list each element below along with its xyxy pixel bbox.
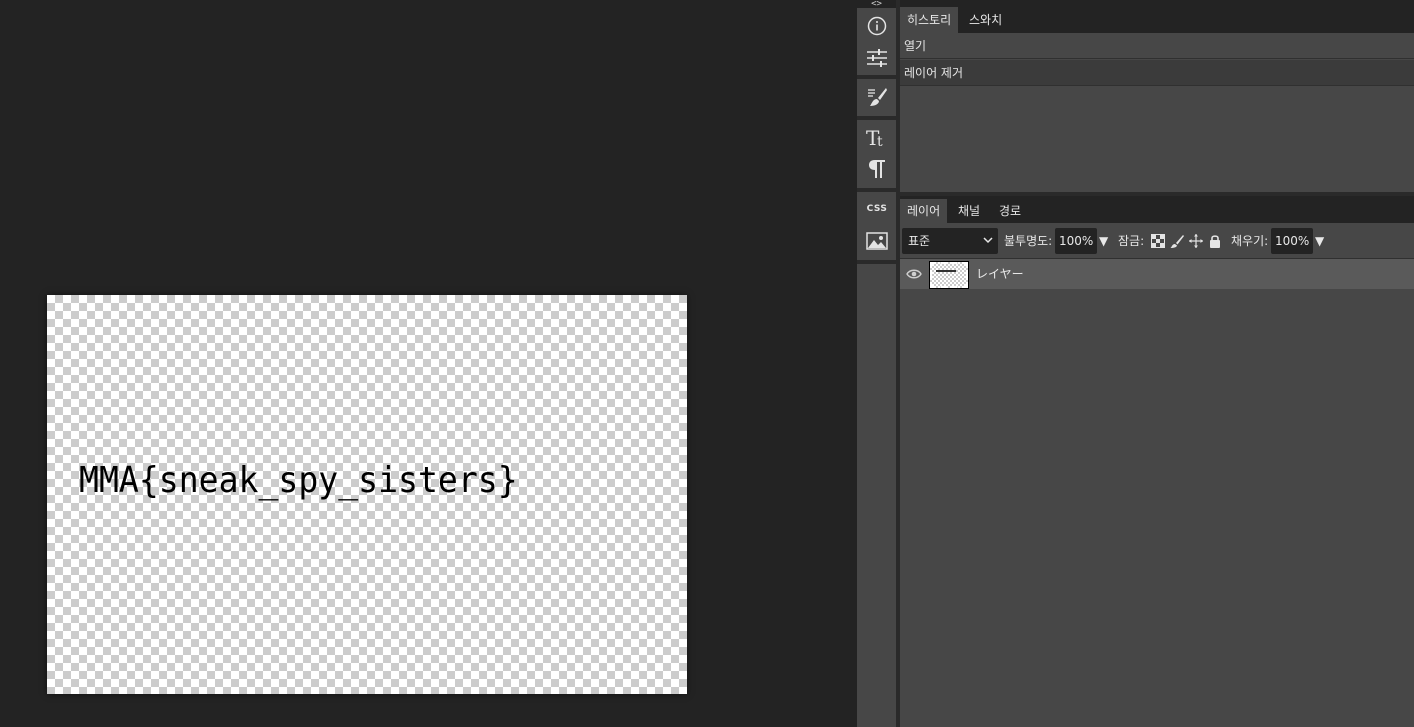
tab-history[interactable]: 히스토리 [900, 7, 959, 33]
document-canvas[interactable]: MMA{sneak_spy_sisters} [47, 295, 687, 694]
history-tabbar: 히스토리 스와치 [900, 0, 1414, 33]
history-item-delete-layer[interactable]: 레이어 제거 [900, 60, 1414, 86]
panel-toolbar: <> Tt CSS [857, 0, 900, 727]
opacity-label: 불투명도: [1004, 234, 1053, 248]
blend-mode-value: 표준 [908, 234, 931, 248]
lock-pixels-icon[interactable] [1170, 234, 1184, 248]
tab-paths[interactable]: 경로 [992, 199, 1028, 223]
history-item-open[interactable]: 열기 [900, 33, 1414, 59]
chevron-down-icon [983, 228, 993, 263]
layer-name[interactable]: レイヤー [976, 259, 1024, 289]
info-icon[interactable] [864, 13, 890, 39]
adjustments-icon[interactable] [864, 45, 890, 71]
fill-input[interactable]: 100% [1271, 228, 1314, 254]
tab-channels[interactable]: 채널 [951, 199, 987, 223]
layer-row[interactable]: レイヤー [900, 259, 1414, 289]
character-icon[interactable]: Tt [864, 124, 890, 150]
svg-text:t: t [877, 134, 883, 149]
toolbar-divider [857, 188, 896, 192]
layer-controls: 표준 불투명도: 100% ▼ 잠금: 채우기: 100% ▼ [900, 223, 1414, 259]
lock-all-icon[interactable] [1208, 234, 1222, 248]
fill-dropdown-button[interactable]: ▼ [1315, 228, 1324, 254]
lock-label: 잠금: [1118, 234, 1145, 248]
toolbar-divider [857, 116, 896, 120]
canvas-text-layer: MMA{sneak_spy_sisters} [79, 460, 518, 501]
lock-transparency-icon[interactable] [1151, 234, 1165, 248]
layers-tabbar: 레이어 채널 경로 [900, 196, 1414, 223]
brush-settings-icon[interactable] [864, 84, 890, 110]
tab-layers[interactable]: 레이어 [900, 199, 948, 223]
toolbar-divider [857, 260, 896, 264]
paragraph-icon[interactable] [864, 156, 890, 182]
right-panels: 히스토리 스와치 열기 레이어 제거 레이어 채널 경로 표준 불투명도: 10… [900, 0, 1414, 727]
tab-swatches[interactable]: 스와치 [962, 7, 1009, 33]
image-icon[interactable] [864, 228, 890, 254]
canvas-workspace[interactable]: MMA{sneak_spy_sisters} [0, 0, 857, 727]
opacity-dropdown-button[interactable]: ▼ [1099, 228, 1108, 254]
css-icon[interactable]: CSS [864, 196, 890, 222]
lock-position-icon[interactable] [1189, 234, 1203, 248]
layer-thumbnail-preview [936, 270, 956, 272]
opacity-input[interactable]: 100% [1055, 228, 1098, 254]
blend-mode-select[interactable]: 표준 [902, 228, 998, 254]
css-label: CSS [866, 204, 888, 214]
fill-label: 채우기: [1231, 234, 1269, 248]
layer-thumbnail[interactable] [929, 261, 969, 289]
toolbar-divider [857, 75, 896, 79]
eye-icon[interactable] [906, 268, 922, 283]
collapse-toggle-button[interactable]: <> [857, 0, 896, 9]
